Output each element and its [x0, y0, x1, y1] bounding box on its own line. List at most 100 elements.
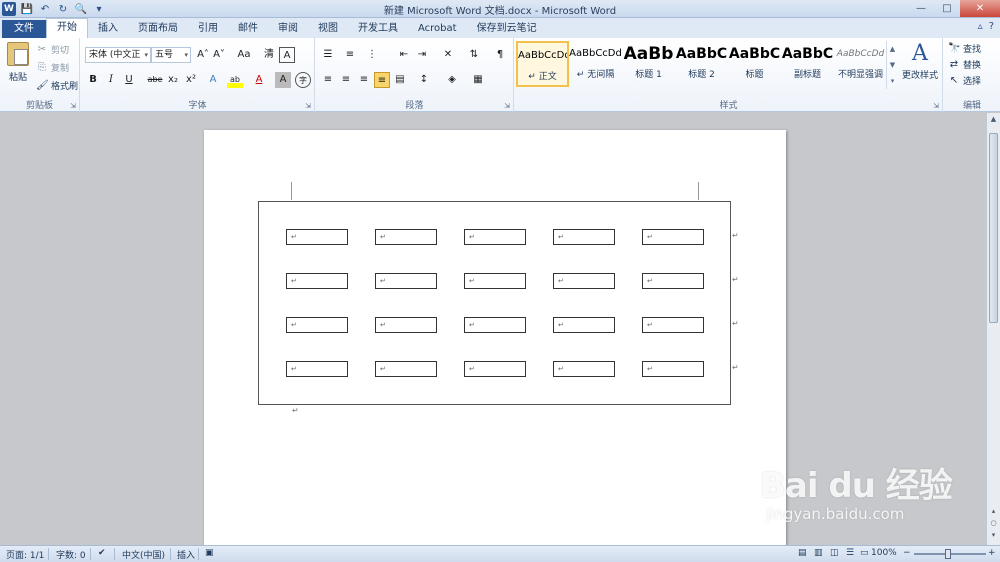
text-box[interactable]: ↵	[642, 229, 704, 245]
change-styles-button[interactable]: A 更改样式	[900, 40, 940, 81]
justify-icon[interactable]: ≡	[374, 72, 390, 88]
sort-icon[interactable]: ⇅	[466, 47, 482, 63]
strikethrough-button[interactable]: abe	[145, 72, 165, 88]
scroll-up-icon[interactable]: ▲	[987, 115, 1000, 127]
font-launcher-icon[interactable]: ⇲	[305, 102, 311, 110]
print-layout-view-icon[interactable]: ▤	[798, 548, 807, 558]
proofing-icon[interactable]: ✔	[98, 548, 106, 558]
superscript-button[interactable]: x²	[183, 72, 199, 88]
tab-page-layout[interactable]: 页面布局	[128, 20, 188, 38]
text-box[interactable]: ↵	[286, 317, 348, 333]
numbering-icon[interactable]: ≡	[342, 47, 358, 63]
find-button[interactable]: 🔭 查找	[948, 42, 981, 56]
text-box[interactable]: ↵	[375, 273, 437, 289]
text-box[interactable]: ↵	[553, 229, 615, 245]
styles-launcher-icon[interactable]: ⇲	[933, 102, 939, 110]
clipboard-launcher-icon[interactable]: ⇲	[70, 102, 76, 110]
vertical-scrollbar[interactable]: ▲ ▴ ○ ▾	[986, 113, 1000, 545]
style-title[interactable]: AaBbC 标题	[728, 41, 781, 87]
align-left-icon[interactable]: ≡	[320, 72, 336, 88]
bullets-icon[interactable]: ☰	[320, 47, 336, 63]
zoom-out-button[interactable]: −	[903, 548, 911, 558]
style-subtitle[interactable]: AaBbC 副标题	[781, 41, 834, 87]
bold-button[interactable]: B	[85, 72, 101, 88]
insert-mode-indicator[interactable]: 插入	[177, 548, 195, 561]
text-box[interactable]: ↵	[642, 361, 704, 377]
text-box[interactable]: ↵	[553, 317, 615, 333]
select-button[interactable]: ↖ 选择	[948, 74, 981, 88]
ribbon-collapse-icon[interactable]: ▵	[978, 21, 983, 32]
text-box[interactable]: ↵	[642, 317, 704, 333]
text-box[interactable]: ↵	[375, 229, 437, 245]
minimize-button[interactable]: —	[908, 0, 934, 17]
gallery-more-icon[interactable]: ▾	[887, 73, 898, 89]
draft-view-icon[interactable]: ▭	[860, 548, 869, 558]
font-color-button[interactable]: A	[251, 72, 267, 88]
replace-button[interactable]: ⇄ 替换	[948, 58, 981, 72]
font-size-select[interactable]: 五号 ▾	[151, 47, 191, 63]
text-box[interactable]: ↵	[464, 273, 526, 289]
word-count[interactable]: 字数: 0	[56, 548, 86, 561]
decrease-indent-icon[interactable]: ⇤	[396, 47, 412, 63]
style-normal[interactable]: AaBbCcDd ↵ 正文	[516, 41, 569, 87]
tab-mailings[interactable]: 邮件	[228, 20, 268, 38]
shading-icon[interactable]: ◈	[444, 72, 460, 88]
tab-acrobat[interactable]: Acrobat	[408, 20, 467, 38]
tab-home[interactable]: 开始	[46, 18, 88, 38]
macro-record-icon[interactable]: ▣	[205, 548, 214, 558]
previous-page-icon[interactable]: ▴	[987, 507, 1000, 519]
text-box[interactable]: ↵	[464, 361, 526, 377]
char-border-button[interactable]: A	[279, 47, 295, 63]
borders-icon[interactable]: ▦	[470, 72, 486, 88]
gallery-down-icon[interactable]: ▼	[887, 57, 898, 73]
text-box[interactable]: ↵	[553, 273, 615, 289]
text-effect-button[interactable]: A	[205, 72, 221, 88]
show-marks-icon[interactable]: ¶	[492, 47, 508, 63]
zoom-level[interactable]: 100%	[871, 548, 897, 558]
paragraph-launcher-icon[interactable]: ⇲	[504, 102, 510, 110]
change-case-button[interactable]: Aa	[233, 47, 255, 63]
style-heading-1[interactable]: AaBb 标题 1	[622, 41, 675, 87]
tab-view[interactable]: 视图	[308, 20, 348, 38]
tab-cloud-note[interactable]: 保存到云笔记	[467, 20, 547, 38]
style-heading-2[interactable]: AaBbC 标题 2	[675, 41, 728, 87]
underline-button[interactable]: U	[121, 72, 137, 88]
format-painter-button[interactable]: 🖌 格式刷	[36, 79, 78, 93]
char-shading-button[interactable]: A	[275, 72, 291, 88]
multilevel-list-icon[interactable]: ⋮	[364, 47, 380, 63]
maximize-button[interactable]: □	[934, 0, 960, 17]
font-name-select[interactable]: 宋体 (中文正 ▾	[85, 47, 151, 63]
chinese-layout-icon[interactable]: ✕	[440, 47, 456, 63]
enclose-char-button[interactable]: 字	[295, 72, 311, 88]
help-icon[interactable]: ?	[989, 21, 994, 32]
zoom-slider-handle[interactable]	[945, 549, 951, 559]
clear-format-button[interactable]: 清	[261, 47, 277, 63]
language-indicator[interactable]: 中文(中国)	[122, 548, 165, 561]
copy-button[interactable]: ⎘ 复制	[36, 61, 69, 75]
subscript-button[interactable]: x₂	[165, 72, 181, 88]
align-right-icon[interactable]: ≡	[356, 72, 372, 88]
text-box[interactable]: ↵	[375, 361, 437, 377]
scroll-thumb[interactable]	[989, 133, 998, 323]
style-subtle-emphasis[interactable]: AaBbCcDd 不明显强调	[834, 41, 887, 87]
text-box[interactable]: ↵	[286, 273, 348, 289]
tab-developer[interactable]: 开发工具	[348, 20, 408, 38]
gallery-up-icon[interactable]: ▲	[887, 41, 898, 57]
align-center-icon[interactable]: ≡	[338, 72, 354, 88]
browse-object-icon[interactable]: ○	[987, 519, 1000, 531]
distributed-icon[interactable]: ▤	[392, 72, 408, 88]
document-page[interactable]: ↵ ↵ ↵ ↵ ↵ ↵ ↵ ↵ ↵ ↵ ↵ ↵ ↵ ↵ ↵ ↵ ↵ ↵ ↵ ↵ ↵ ↵ ↵ ↵ ↵	[204, 130, 786, 545]
style-gallery-scroll[interactable]: ▲ ▼ ▾	[886, 41, 898, 89]
text-box[interactable]: ↵	[375, 317, 437, 333]
tab-references[interactable]: 引用	[188, 20, 228, 38]
italic-button[interactable]: I	[103, 72, 119, 88]
increase-indent-icon[interactable]: ⇥	[414, 47, 430, 63]
next-page-icon[interactable]: ▾	[987, 531, 1000, 543]
web-layout-view-icon[interactable]: ◫	[830, 548, 839, 558]
outline-view-icon[interactable]: ☰	[846, 548, 854, 558]
paste-button[interactable]: 粘贴	[4, 40, 32, 88]
text-box[interactable]: ↵	[464, 229, 526, 245]
shrink-font-button[interactable]: A˅	[211, 47, 227, 63]
tab-review[interactable]: 审阅	[268, 20, 308, 38]
text-box[interactable]: ↵	[286, 361, 348, 377]
